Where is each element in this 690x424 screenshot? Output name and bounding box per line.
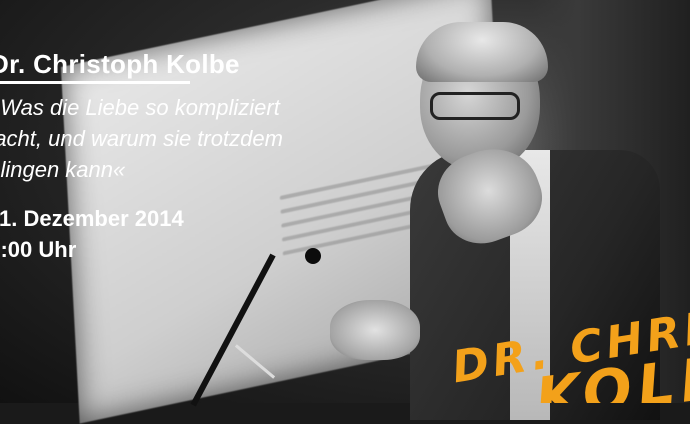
event-datetime: 11. Dezember 2014 20:00 Uhr [0,203,184,265]
event-time: 20:00 Uhr [0,237,77,262]
talk-title-line: »Was die Liebe so kompliziert [0,95,280,120]
speaker-hair [416,22,548,82]
speaker-name: Dr. Christoph Kolbe [0,49,240,79]
talk-title: »Was die Liebe so kompliziert macht, und… [0,92,348,185]
talk-title-line: macht, und warum sie trotzdem [0,126,283,151]
speaker-glasses [430,92,520,120]
brand-logo: DR. CHRISTOPH KOLBE [440,303,690,403]
name-underline [0,81,190,84]
microphone-icon [305,248,321,264]
talk-title-line: gelingen kann« [0,157,126,182]
speaker-lower-hand [330,300,420,360]
event-date: 11. Dezember 2014 [0,206,184,231]
